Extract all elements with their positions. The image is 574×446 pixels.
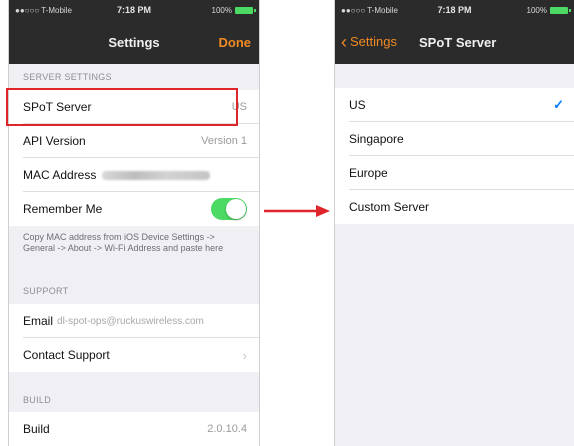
section-header-build: BUILD [23,395,52,405]
battery-icon [550,7,571,14]
build-value: 2.0.10.4 [207,423,247,435]
server-option-label: US [349,98,366,112]
email-value: dl-spot-ops@ruckuswireless.com [57,315,204,327]
api-version-label: API Version [23,134,86,148]
remember-me-toggle[interactable] [211,198,247,220]
build-label: Build [23,422,50,436]
contact-support-label: Contact Support [23,348,110,362]
server-option-europe[interactable]: Europe [335,156,574,190]
nav-bar: Settings Done [9,20,259,64]
remember-me-row: Remember Me [9,192,259,226]
mac-address-row[interactable]: MAC Address [9,158,259,192]
battery-percent: 100% [211,6,232,15]
server-option-label: Custom Server [349,200,430,214]
mac-address-label: MAC Address [23,168,97,182]
nav-bar: ‹ Settings SPoT Server [335,20,574,64]
battery-indicator: 100% [526,6,571,15]
contact-support-row[interactable]: Contact Support › [9,338,259,372]
checkmark-icon: ✓ [553,97,564,112]
battery-percent: 100% [526,6,547,15]
section-header-support: SUPPORT [23,286,69,296]
arrow-right-icon [264,205,330,217]
server-option-label: Europe [349,166,388,180]
server-option-label: Singapore [349,132,404,146]
chevron-left-icon: ‹ [341,31,347,52]
settings-screen: ●●○○○ T-Mobile 7:18 PM 100% Settings Don… [8,0,260,446]
spot-server-screen: ●●○○○ T-Mobile 7:18 PM 100% ‹ Settings S… [334,0,574,446]
toggle-knob [226,199,246,219]
email-row[interactable]: Email dl-spot-ops@ruckuswireless.com [9,304,259,338]
section-header-server-settings: SERVER SETTINGS [23,72,112,82]
chevron-right-icon: › [242,347,247,363]
build-row: Build 2.0.10.4 [9,412,259,446]
email-label: Email [23,314,54,328]
mac-address-value-redacted[interactable] [102,170,211,180]
api-version-row[interactable]: API Version Version 1 [9,124,259,158]
status-bar: ●●○○○ T-Mobile 7:18 PM 100% [9,0,259,20]
server-option-custom[interactable]: Custom Server [335,190,574,224]
page-title: SPoT Server [419,35,497,50]
server-option-us[interactable]: US ✓ [335,88,574,122]
back-button[interactable]: ‹ Settings [341,31,397,52]
battery-indicator: 100% [211,6,256,15]
back-label: Settings [350,34,397,49]
api-version-value: Version 1 [201,135,247,147]
server-option-singapore[interactable]: Singapore [335,122,574,156]
battery-icon [235,7,256,14]
mac-address-help-text: Copy MAC address from iOS Device Setting… [23,232,224,253]
done-button[interactable]: Done [219,35,252,50]
status-bar: ●●○○○ T-Mobile 7:18 PM 100% [335,0,574,20]
spot-server-highlight-box [6,88,238,126]
remember-me-label: Remember Me [23,202,103,216]
